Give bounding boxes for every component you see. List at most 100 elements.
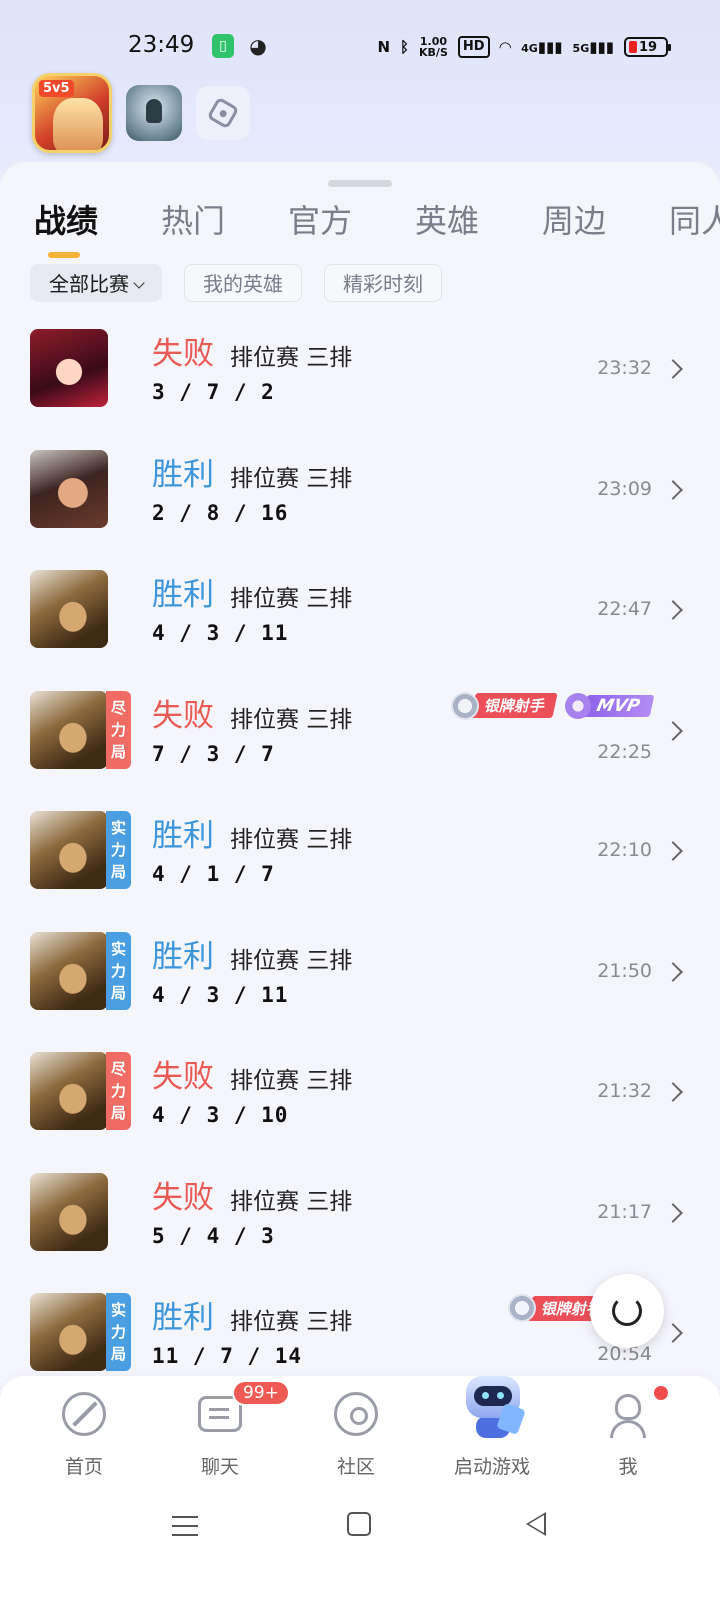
match-quality-char: 力 bbox=[110, 1323, 126, 1341]
tab-hot[interactable]: 热门 bbox=[161, 196, 288, 248]
match-time: 23:09 bbox=[597, 477, 652, 500]
tab-heroes[interactable]: 英雄 bbox=[415, 196, 542, 248]
hero-avatar bbox=[30, 690, 108, 769]
chevron-right-icon bbox=[663, 1323, 683, 1343]
tab-fanworks[interactable]: 同人 bbox=[669, 196, 720, 248]
nav-community[interactable]: 社区 bbox=[288, 1376, 424, 1500]
recents-icon[interactable] bbox=[172, 1516, 198, 1536]
hd-icon: HD bbox=[457, 36, 490, 58]
match-mode: 排位赛 三排 bbox=[230, 947, 353, 974]
wechat-icon: ◕ bbox=[249, 34, 267, 58]
match-quality-char: 局 bbox=[110, 863, 126, 881]
settings-hex-icon[interactable] bbox=[196, 86, 250, 140]
match-kda: 4 / 3 / 10 bbox=[152, 1103, 289, 1127]
match-kda: 11 / 7 / 14 bbox=[152, 1344, 303, 1368]
match-quality-tag: 尽力局 bbox=[106, 690, 131, 769]
match-kda: 3 / 7 / 2 bbox=[152, 380, 275, 404]
nav-launch-label: 启动游戏 bbox=[453, 1456, 530, 1478]
match-list: 失败 排位赛 三排 3 / 7 / 2 23:32 胜利 排位赛 三排 2 / 8 / 16… bbox=[0, 312, 720, 1397]
refresh-button[interactable] bbox=[590, 1274, 664, 1348]
hero-avatar bbox=[30, 1293, 108, 1371]
match-time: 21:32 bbox=[597, 1080, 652, 1102]
match-kda: 2 / 8 / 16 bbox=[152, 500, 289, 525]
match-row[interactable]: 尽力局失败 排位赛 三排 7 / 3 / 7 银牌射手 MVP 22:25 bbox=[0, 674, 720, 795]
nav-me-label: 我 bbox=[618, 1456, 638, 1478]
second-game-app-icon[interactable] bbox=[126, 85, 182, 141]
mvp-badge: MVP bbox=[565, 692, 655, 720]
signal-5g-icon: 5G▮▮▮ bbox=[572, 38, 614, 56]
chevron-right-icon bbox=[663, 720, 683, 741]
signal-4g-icon: 4G▮▮▮ bbox=[521, 38, 563, 56]
chat-unread-badge: 99+ bbox=[232, 1380, 290, 1406]
filter-chips: 全部比赛 我的英雄 精彩时刻 bbox=[30, 264, 442, 302]
hero-avatar bbox=[30, 570, 108, 648]
chevron-right-icon bbox=[663, 479, 683, 500]
hero-avatar bbox=[30, 931, 108, 1010]
filter-highlights[interactable]: 精彩时刻 bbox=[324, 264, 442, 302]
me-notification-dot bbox=[654, 1386, 668, 1400]
match-row[interactable]: 胜利 排位赛 三排 2 / 8 / 16 23:09 bbox=[0, 433, 720, 554]
match-time: 22:25 bbox=[597, 740, 652, 763]
nav-home-label: 首页 bbox=[64, 1456, 103, 1478]
chevron-right-icon bbox=[663, 1082, 683, 1102]
tab-official[interactable]: 官方 bbox=[288, 196, 415, 248]
match-result: 胜利 bbox=[152, 938, 214, 975]
match-row[interactable]: 失败 排位赛 三排 5 / 4 / 3 21:17 bbox=[0, 1156, 720, 1277]
match-row[interactable]: 胜利 排位赛 三排 4 / 3 / 11 22:47 bbox=[0, 553, 720, 674]
chevron-right-icon bbox=[663, 1202, 683, 1223]
nav-me[interactable]: 我 bbox=[560, 1376, 696, 1500]
achievement-badges: 银牌射手 MVP bbox=[451, 691, 655, 720]
match-row[interactable]: 实力局胜利 排位赛 三排 4 / 1 / 7 22:10 bbox=[0, 794, 720, 915]
status-time: 23:49 bbox=[128, 32, 195, 58]
back-icon[interactable] bbox=[526, 1512, 546, 1536]
filter-all-label: 全部比赛 bbox=[49, 272, 129, 296]
match-quality-tag: 实力局 bbox=[106, 811, 131, 889]
filter-all-matches[interactable]: 全部比赛 bbox=[30, 264, 162, 302]
hero-avatar bbox=[30, 1172, 108, 1251]
match-result: 失败 bbox=[152, 336, 214, 372]
match-quality-char: 力 bbox=[110, 1082, 126, 1100]
match-row[interactable]: 尽力局失败 排位赛 三排 4 / 3 / 10 21:32 bbox=[0, 1035, 720, 1156]
bottom-nav: 首页 聊天 社区 启动游戏 我 bbox=[0, 1376, 720, 1500]
home-button-icon[interactable] bbox=[347, 1512, 371, 1536]
match-row[interactable]: 实力局胜利 排位赛 三排 4 / 3 / 11 21:50 bbox=[0, 915, 720, 1036]
drag-handle[interactable] bbox=[328, 180, 392, 187]
match-quality-tag: 尽力局 bbox=[106, 1052, 131, 1130]
match-mode: 排位赛 三排 bbox=[230, 465, 353, 492]
match-result: 胜利 bbox=[152, 818, 214, 854]
match-mode: 排位赛 三排 bbox=[230, 586, 353, 612]
mvp-label: MVP bbox=[583, 694, 655, 717]
match-quality-char: 力 bbox=[110, 961, 126, 980]
hero-avatar bbox=[30, 329, 108, 407]
nav-launch-game[interactable]: 启动游戏 bbox=[424, 1376, 560, 1500]
nfc-icon: N bbox=[377, 38, 390, 56]
network-rate: 1.00 KB/S bbox=[419, 36, 448, 58]
community-icon bbox=[334, 1392, 378, 1436]
match-kda: 4 / 3 / 11 bbox=[152, 621, 289, 645]
tab-records[interactable]: 战绩 bbox=[34, 196, 161, 258]
silver-marksman-badge: 银牌射手 bbox=[451, 691, 559, 720]
match-mode: 排位赛 三排 bbox=[230, 1188, 353, 1215]
nav-home[interactable]: 首页 bbox=[16, 1376, 152, 1500]
filter-my-heroes[interactable]: 我的英雄 bbox=[184, 264, 302, 302]
match-mode: 排位赛 三排 bbox=[230, 1068, 353, 1094]
hero-avatar bbox=[30, 449, 108, 528]
match-quality-char: 力 bbox=[110, 720, 126, 739]
hero-avatar bbox=[30, 811, 108, 889]
wifi-icon: ◠ bbox=[499, 38, 512, 56]
match-row[interactable]: 失败 排位赛 三排 3 / 7 / 2 23:32 bbox=[0, 312, 720, 433]
match-mode: 排位赛 三排 bbox=[230, 345, 353, 371]
honor-of-kings-app-icon[interactable]: 5v5 bbox=[32, 73, 112, 153]
match-result: 失败 bbox=[152, 1179, 214, 1216]
signal-5g-label: 5G bbox=[572, 42, 590, 55]
hero-avatar bbox=[30, 1052, 108, 1130]
battery-saver-icon: ▯ bbox=[212, 34, 234, 58]
match-quality-char: 实 bbox=[110, 939, 126, 958]
match-quality-char: 局 bbox=[110, 742, 126, 761]
match-kda: 7 / 3 / 7 bbox=[152, 741, 275, 766]
refresh-icon bbox=[612, 1296, 642, 1326]
tab-merch[interactable]: 周边 bbox=[542, 196, 669, 248]
match-quality-char: 局 bbox=[110, 1345, 126, 1363]
app-tag: 5v5 bbox=[39, 80, 74, 97]
nav-chat-label: 聊天 bbox=[200, 1456, 239, 1478]
